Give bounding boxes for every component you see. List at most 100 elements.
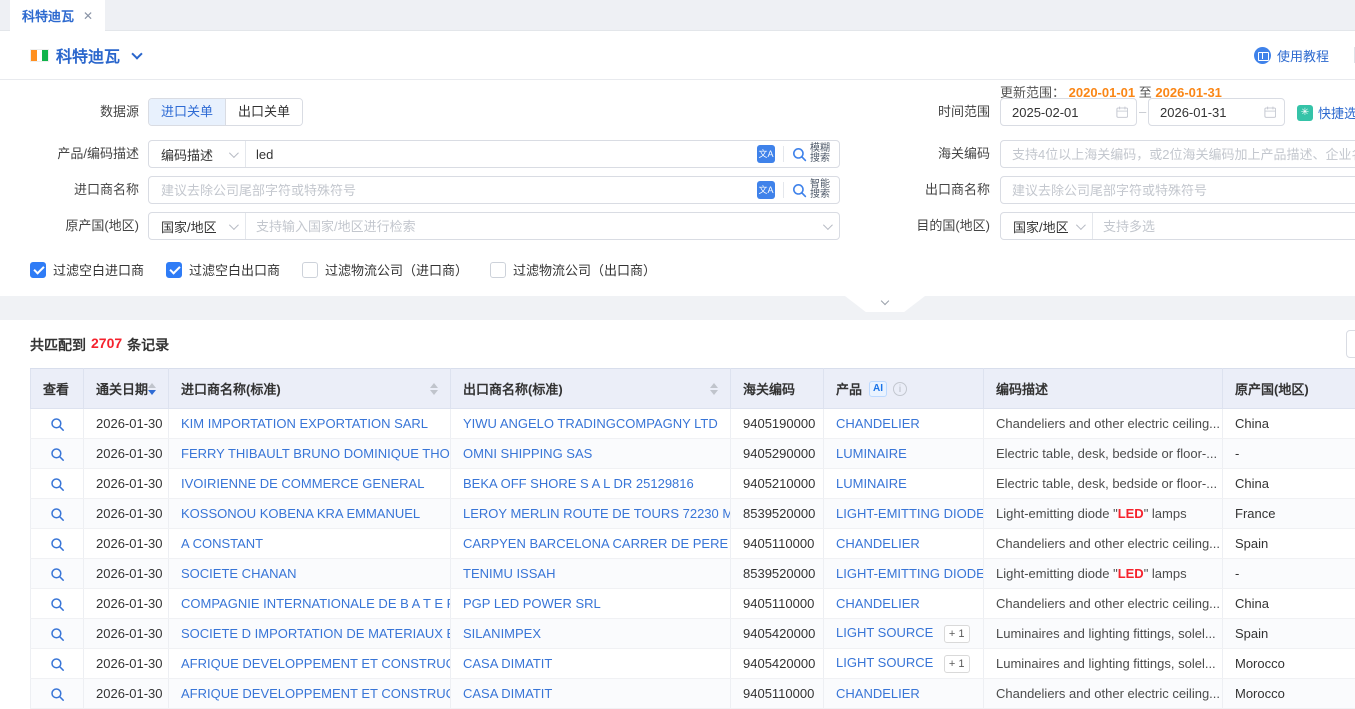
collapse-filters-handle[interactable] xyxy=(845,296,925,312)
sort-icon[interactable] xyxy=(430,383,438,395)
checkbox-filter-blank-importer[interactable]: 过滤空白进口商 xyxy=(30,260,144,279)
view-record-button[interactable] xyxy=(50,627,65,642)
cell-hs-code: 9405420000 xyxy=(731,619,824,649)
exporter-link[interactable]: YIWU ANGELO TRADINGCOMPAGNY LTD xyxy=(463,416,718,431)
date-end-input[interactable] xyxy=(1160,105,1264,120)
product-link[interactable]: LIGHT SOURCE xyxy=(836,655,933,670)
checkbox-filter-blank-exporter[interactable]: 过滤空白出口商 xyxy=(166,260,280,279)
exporter-link[interactable]: OMNI SHIPPING SAS xyxy=(463,446,592,461)
importer-link[interactable]: SOCIETE CHANAN xyxy=(181,566,297,581)
destination-mode-select[interactable]: 国家/地区 xyxy=(1001,213,1093,239)
product-link[interactable]: LIGHT-EMITTING DIODE xyxy=(836,506,984,521)
hs-code-field xyxy=(1000,140,1355,168)
product-link[interactable]: CHANDELIER xyxy=(836,686,920,701)
product-search-input[interactable] xyxy=(246,141,757,167)
cell-hs-code: 9405190000 xyxy=(731,409,824,439)
importer-name-input[interactable] xyxy=(149,177,757,203)
exporter-link[interactable]: CASA DIMATIT xyxy=(463,656,552,671)
importer-link[interactable]: IVOIRIENNE DE COMMERCE GENERAL xyxy=(181,476,424,491)
checkbox-checked-icon[interactable] xyxy=(30,262,46,278)
chevron-down-icon[interactable] xyxy=(823,220,833,230)
data-source-label: 数据源 xyxy=(0,98,139,126)
cell-hs-code: 9405110000 xyxy=(731,529,824,559)
tab-cote-divoire[interactable]: 科特迪瓦 ✕ xyxy=(10,0,105,31)
exporter-link[interactable]: BEKA OFF SHORE S A L DR 25129816 xyxy=(463,476,694,491)
translate-icon[interactable]: 文A xyxy=(757,145,775,163)
tab-title: 科特迪瓦 xyxy=(22,6,74,25)
cell-hs-code: 9405210000 xyxy=(731,469,824,499)
info-icon[interactable] xyxy=(893,382,907,396)
checkbox-unchecked-icon[interactable] xyxy=(490,262,506,278)
view-record-button[interactable] xyxy=(50,657,65,672)
exporter-link[interactable]: CASA DIMATIT xyxy=(463,686,552,701)
checkbox-checked-icon[interactable] xyxy=(166,262,182,278)
tab-close-icon[interactable]: ✕ xyxy=(83,10,93,22)
destination-select-group: 国家/地区 xyxy=(1000,212,1355,240)
cell-date: 2026-01-30 xyxy=(84,499,169,529)
product-link[interactable]: CHANDELIER xyxy=(836,536,920,551)
importer-link[interactable]: COMPAGNIE INTERNATIONALE DE B A T E R xyxy=(181,596,451,611)
importer-link[interactable]: AFRIQUE DEVELOPPEMENT ET CONSTRUCT... xyxy=(181,686,451,701)
view-record-button[interactable] xyxy=(50,597,65,612)
translate-icon[interactable]: 文A xyxy=(757,181,775,199)
view-record-button[interactable] xyxy=(50,507,65,522)
date-start-field[interactable] xyxy=(1000,98,1137,126)
cell-hs-code: 9405290000 xyxy=(731,439,824,469)
checkbox-filter-logistics-exporter[interactable]: 过滤物流公司（出口商） xyxy=(490,260,656,279)
importer-link[interactable]: AFRIQUE DEVELOPPEMENT ET CONSTRUCT... xyxy=(181,656,451,671)
checkbox-filter-logistics-importer[interactable]: 过滤物流公司（进口商） xyxy=(302,260,468,279)
header-exporter[interactable]: 出口商名称(标准) xyxy=(451,369,731,409)
cell-origin: Spain xyxy=(1223,619,1355,649)
product-extra-badge[interactable]: + 1 xyxy=(944,655,970,673)
importer-link[interactable]: A CONSTANT xyxy=(181,536,263,551)
header-date[interactable]: 通关日期 xyxy=(84,369,169,409)
view-record-button[interactable] xyxy=(50,687,65,702)
product-extra-badge[interactable]: + 1 xyxy=(944,625,970,643)
view-record-button[interactable] xyxy=(50,477,65,492)
exporter-name-input[interactable] xyxy=(1001,177,1355,203)
view-record-button[interactable] xyxy=(50,417,65,432)
view-record-button[interactable] xyxy=(50,537,65,552)
quick-select-button[interactable]: ✳ 快捷选 xyxy=(1297,103,1355,122)
view-record-button[interactable] xyxy=(50,447,65,462)
fuzzy-search-button[interactable]: 模糊搜索 xyxy=(792,144,830,164)
date-end-field[interactable] xyxy=(1148,98,1285,126)
destination-country-input[interactable] xyxy=(1093,213,1355,239)
smart-search-button[interactable]: 智能搜索 xyxy=(792,180,830,200)
tab-import-declarations[interactable]: 进口关单 xyxy=(149,99,225,125)
product-mode-select[interactable]: 编码描述 xyxy=(149,141,246,167)
product-link[interactable]: LUMINAIRE xyxy=(836,476,907,491)
importer-link[interactable]: KOSSONOU KOBENA KRA EMMANUEL xyxy=(181,506,420,521)
product-link[interactable]: LUMINAIRE xyxy=(836,446,907,461)
origin-mode-select[interactable]: 国家/地区 xyxy=(149,213,246,239)
filter-checkbox-row: 过滤空白进口商 过滤空白出口商 过滤物流公司（进口商） 过滤物流公司（出口商） xyxy=(30,260,656,279)
quick-select-label: 快捷选 xyxy=(1318,103,1355,122)
importer-link[interactable]: KIM IMPORTATION EXPORTATION SARL xyxy=(181,416,428,431)
date-start-input[interactable] xyxy=(1012,105,1116,120)
product-link[interactable]: CHANDELIER xyxy=(836,596,920,611)
exporter-link[interactable]: TENIMU ISSAH xyxy=(463,566,555,581)
header-importer[interactable]: 进口商名称(标准) xyxy=(169,369,451,409)
cell-description: Chandeliers and other electric ceiling..… xyxy=(984,409,1223,439)
product-link[interactable]: CHANDELIER xyxy=(836,416,920,431)
exporter-link[interactable]: SILANIMPEX xyxy=(463,626,541,641)
chevron-down-icon[interactable] xyxy=(131,48,142,59)
checkbox-unchecked-icon[interactable] xyxy=(302,262,318,278)
hs-code-input[interactable] xyxy=(1001,141,1355,167)
exporter-link[interactable]: CARPYEN BARCELONA CARRER DE PERE IV xyxy=(463,536,731,551)
sort-icon[interactable] xyxy=(710,383,718,395)
view-record-button[interactable] xyxy=(50,567,65,582)
clipped-toolbar-button[interactable] xyxy=(1346,330,1355,358)
exporter-link[interactable]: LEROY MERLIN ROUTE DE TOURS 72230 M xyxy=(463,506,731,521)
product-link[interactable]: LIGHT SOURCE xyxy=(836,625,933,640)
importer-link[interactable]: SOCIETE D IMPORTATION DE MATERIAUX E... xyxy=(181,626,451,641)
origin-country-input[interactable] xyxy=(246,213,823,239)
tab-export-declarations[interactable]: 出口关单 xyxy=(225,99,302,125)
importer-link[interactable]: FERRY THIBAULT BRUNO DOMINIQUE THO... xyxy=(181,446,451,461)
exporter-link[interactable]: PGP LED POWER SRL xyxy=(463,596,601,611)
sort-icon[interactable] xyxy=(148,383,156,395)
tutorial-button[interactable]: 使用教程 xyxy=(1254,46,1329,65)
table-row: 2026-01-30 A CONSTANT CARPYEN BARCELONA … xyxy=(31,529,1355,559)
header-view: 查看 xyxy=(31,369,84,409)
product-link[interactable]: LIGHT-EMITTING DIODE xyxy=(836,566,984,581)
